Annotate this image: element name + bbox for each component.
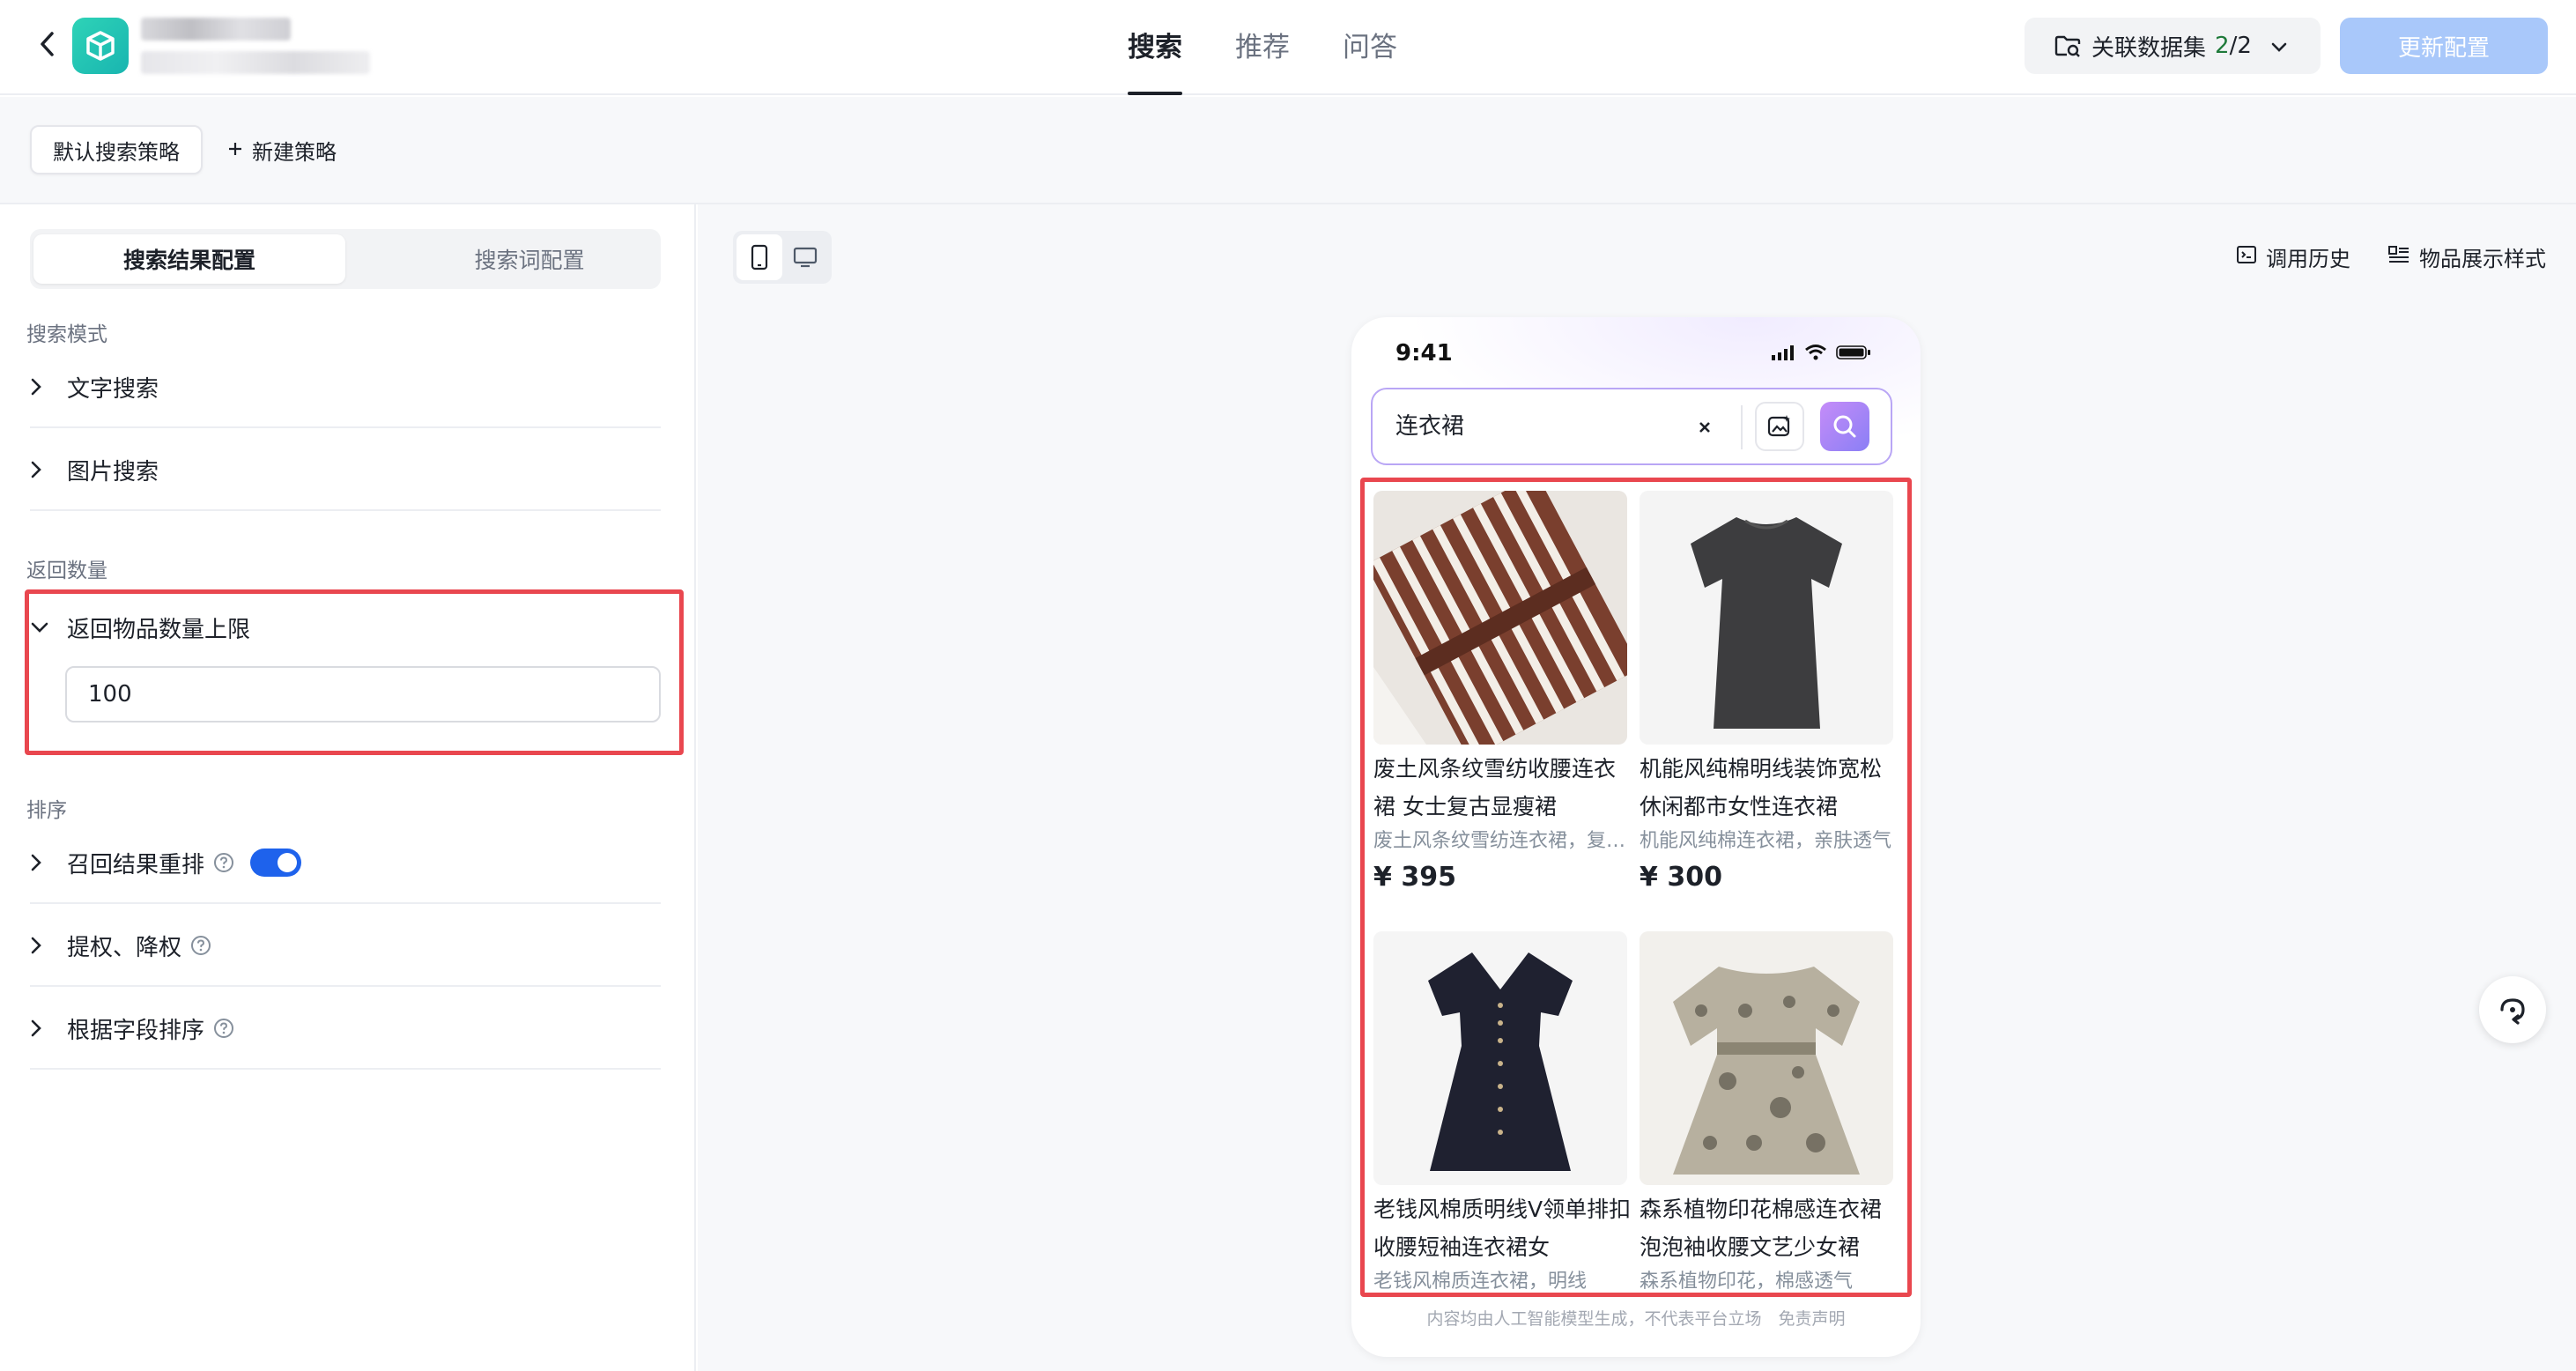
product-image-navy-vneck-dress (1373, 931, 1627, 1185)
linked-dataset-button[interactable]: 关联数据集 2/2 (2025, 18, 2321, 74)
dataset-label: 关联数据集 (2091, 34, 2207, 62)
tab-recommend[interactable]: 推荐 (1235, 0, 1290, 95)
product-desc: 废土风条纹雪纺连衣裙，复古显瘦 (1373, 830, 1629, 852)
status-icons (1771, 344, 1871, 365)
rerank-toggle[interactable] (250, 849, 302, 877)
back-arrow-icon[interactable] (30, 26, 65, 62)
product-card[interactable]: 机能风纯棉明线装饰宽松休闲都市女性连衣裙 机能风纯棉连衣裙，亲肤透气 ¥ 300 (1640, 491, 1895, 898)
product-title: 森系植物印花棉感连衣裙泡泡袖收腰文艺少女裙 (1640, 1197, 1883, 1260)
results-highlight: 废土风条纹雪纺收腰连衣裙 女士复古显瘦裙 废土风条纹雪纺连衣裙，复古显瘦 ¥ 3… (1360, 478, 1912, 1297)
chevron-right-icon (30, 853, 51, 872)
new-strategy-label: 新建策略 (252, 139, 337, 165)
image-search-icon[interactable] (1755, 402, 1804, 451)
status-time: 9:41 (1395, 340, 1453, 367)
default-strategy-tab[interactable]: 默认搜索策略 (30, 125, 203, 174)
phone-preview: 9:41 连衣裙 废土风条纹雪纺收腰连衣裙 女士复古显瘦裙 废土风条纹雪纺连衣裙… (1351, 317, 1921, 1357)
update-config-button[interactable]: 更新配置 (2340, 18, 2548, 74)
field-sort-label: 根据字段排序 (67, 1017, 205, 1044)
preview-area: 调用历史 物品展示样式 9:41 连衣裙 废土风条纹雪纺收腰连衣裙 女士复古显瘦… (698, 204, 2576, 1371)
rerank-row[interactable]: 召回结果重排 (30, 823, 661, 904)
clear-icon[interactable] (1691, 414, 1718, 441)
return-limit-label: 返回物品数量上限 (67, 616, 251, 643)
product-title: 机能风纯棉明线装饰宽松休闲都市女性连衣裙 (1640, 756, 1883, 819)
product-price: ¥ 300 (1640, 862, 1722, 893)
chevron-right-icon (30, 460, 51, 479)
layout-icon (2387, 244, 2410, 270)
tab-search[interactable]: 搜索 (1128, 0, 1182, 95)
product-title: 废土风条纹雪纺收腰连衣裙 女士复古显瘦裙 (1373, 756, 1617, 819)
image-search-row[interactable]: 图片搜索 (30, 430, 661, 511)
top-header: 搜索 推荐 问答 关联数据集 2/2 更新配置 (0, 0, 2576, 95)
phone-search-input[interactable]: 连衣裙 (1395, 389, 1464, 463)
mobile-view-icon[interactable] (737, 234, 782, 280)
call-history-label: 调用历史 (2266, 247, 2350, 271)
product-card[interactable]: 森系植物印花棉感连衣裙泡泡袖收腰文艺少女裙 森系植物印花，棉感透气 (1640, 931, 1895, 1293)
folder-link-icon (2054, 34, 2081, 57)
top-tabs: 搜索 推荐 问答 (1128, 0, 1397, 95)
dataset-count: 2/2 (2215, 33, 2252, 59)
preview-tools: 调用历史 物品展示样式 (2236, 241, 2546, 272)
product-title: 老钱风棉质明线V领单排扣收腰短袖连衣裙女 (1373, 1197, 1632, 1260)
plus-icon (227, 137, 243, 162)
segment-query-config[interactable]: 搜索词配置 (374, 234, 685, 284)
return-limit-row[interactable]: 返回物品数量上限 (30, 603, 661, 652)
new-strategy-button[interactable]: 新建策略 (227, 125, 337, 174)
sort-title: 排序 (26, 799, 67, 822)
desktop-view-icon[interactable] (782, 234, 828, 280)
text-search-label: 文字搜索 (67, 375, 159, 403)
product-image-gray-tshirt-dress (1640, 491, 1893, 745)
image-search-label: 图片搜索 (67, 458, 159, 485)
device-toggle (733, 231, 832, 284)
phone-search-box: 连衣裙 (1371, 388, 1892, 465)
product-image-striped-dress (1373, 491, 1627, 745)
search-go-icon[interactable] (1820, 402, 1869, 451)
call-history-link[interactable]: 调用历史 (2236, 241, 2350, 272)
help-icon[interactable] (213, 1018, 234, 1039)
terminal-icon (2236, 244, 2257, 270)
app-title-redacted (141, 14, 370, 76)
config-panel: 搜索结果配置 搜索词配置 搜索模式 文字搜索 图片搜索 返回数量 返回物品数量上… (0, 204, 696, 1371)
product-desc: 机能风纯棉连衣裙，亲肤透气 (1640, 830, 1892, 852)
product-desc: 森系植物印花，棉感透气 (1640, 1271, 1854, 1293)
product-desc: 老钱风棉质连衣裙，明线 (1373, 1271, 1588, 1293)
item-style-label: 物品展示样式 (2419, 247, 2546, 271)
config-segmented-control: 搜索结果配置 搜索词配置 (30, 229, 661, 289)
field-sort-row[interactable]: 根据字段排序 (30, 989, 661, 1070)
chevron-down-icon (30, 621, 51, 634)
search-mode-title: 搜索模式 (26, 323, 107, 346)
text-search-row[interactable]: 文字搜索 (30, 347, 661, 428)
help-icon[interactable] (190, 935, 211, 956)
product-price: ¥ 395 (1373, 862, 1456, 893)
signal-icon (1771, 345, 1795, 364)
chevron-right-icon (30, 936, 51, 955)
tab-qa[interactable]: 问答 (1343, 0, 1397, 95)
chevron-down-icon (2271, 33, 2287, 59)
segment-result-config[interactable]: 搜索结果配置 (33, 234, 345, 284)
chevron-right-icon (30, 1019, 51, 1038)
boost-row[interactable]: 提权、降权 (30, 906, 661, 987)
battery-icon (1836, 345, 1871, 364)
wifi-icon (1804, 344, 1827, 365)
help-icon[interactable] (213, 852, 234, 873)
chevron-right-icon (30, 377, 51, 396)
refresh-float-icon[interactable] (2479, 976, 2546, 1043)
product-image-floral-dress (1640, 931, 1893, 1185)
strategy-bar: 默认搜索策略 新建策略 (0, 97, 2576, 204)
rerank-label: 召回结果重排 (67, 851, 205, 878)
ai-disclaimer: 内容均由人工智能模型生成，不代表平台立场 免责声明 (1426, 1309, 1846, 1329)
product-card[interactable]: 废土风条纹雪纺收腰连衣裙 女士复古显瘦裙 废土风条纹雪纺连衣裙，复古显瘦 ¥ 3… (1373, 491, 1629, 898)
product-card[interactable]: 老钱风棉质明线V领单排扣收腰短袖连衣裙女 老钱风棉质连衣裙，明线 (1373, 931, 1632, 1293)
return-count-title: 返回数量 (26, 560, 107, 582)
boost-label: 提权、降权 (67, 934, 182, 961)
app-logo-icon (72, 18, 129, 74)
return-limit-input[interactable]: 100 (65, 666, 661, 723)
item-style-link[interactable]: 物品展示样式 (2387, 241, 2546, 272)
